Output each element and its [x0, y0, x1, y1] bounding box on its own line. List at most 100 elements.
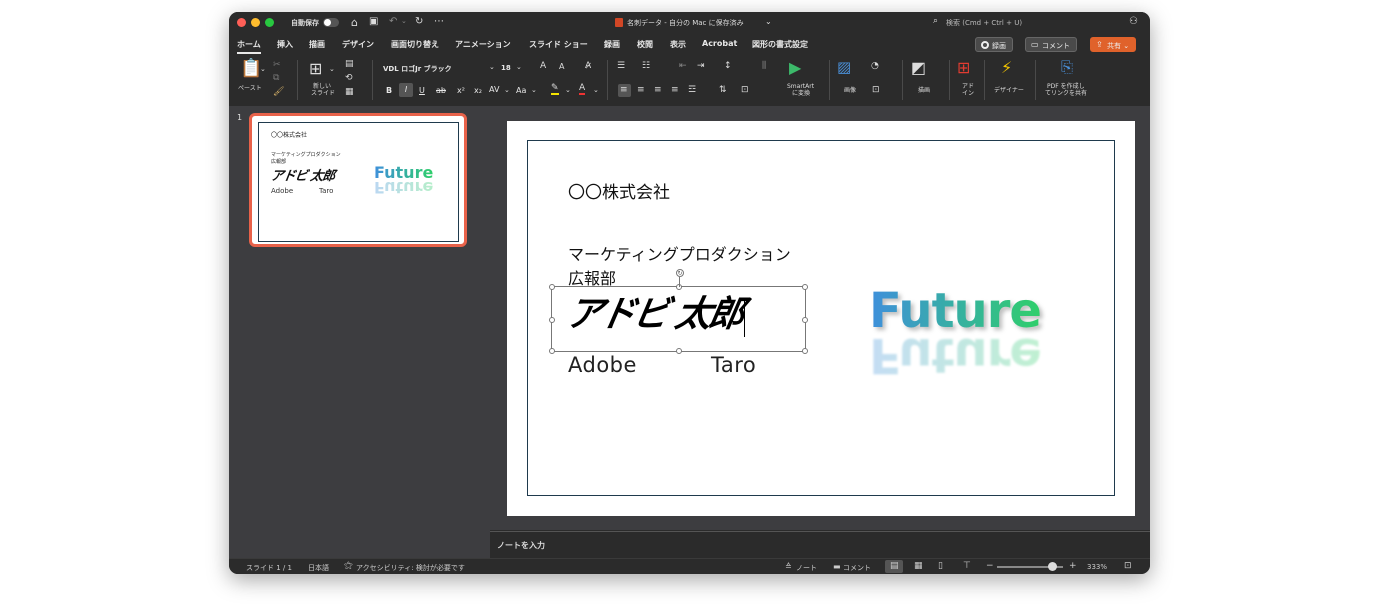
distribute-icon[interactable]: ☲	[688, 86, 696, 95]
zoom-in-icon[interactable]: +	[1069, 561, 1077, 571]
redo-icon[interactable]: ↻	[415, 16, 423, 27]
zoom-out-icon[interactable]: −	[986, 561, 994, 571]
autosave-toggle[interactable]	[323, 18, 339, 27]
highlight-chevron-icon[interactable]: ⌄	[565, 87, 571, 94]
picture-icon[interactable]: ▨	[837, 60, 851, 75]
close-window-button[interactable]	[237, 18, 246, 27]
notes-toggle-icon[interactable]: ≙	[785, 562, 792, 571]
section-icon[interactable]: ▦	[345, 88, 354, 97]
resize-handle[interactable]	[802, 317, 808, 323]
align-right-icon[interactable]: ≡	[654, 86, 662, 95]
align-text-icon[interactable]: ⊡	[741, 86, 749, 95]
resize-handle[interactable]	[802, 284, 808, 290]
slide-thumbnail[interactable]: 〇〇株式会社 マーケティングプロダクション 広報部 アドビ 太郎 Adobe T…	[249, 113, 467, 247]
slide-name-last[interactable]: Taro	[711, 353, 756, 377]
rotate-handle-icon[interactable]: ↻	[676, 269, 684, 277]
maximize-window-button[interactable]	[265, 18, 274, 27]
spacing-chevron-icon[interactable]: ⌄	[504, 87, 510, 94]
resize-handle[interactable]	[549, 348, 555, 354]
comments-toggle-icon[interactable]: ▬	[833, 562, 841, 571]
increase-indent-icon[interactable]: ⇥	[697, 62, 705, 71]
slideshow-icon[interactable]: ⊤	[963, 561, 971, 571]
strikethrough-button[interactable]: ab	[436, 86, 446, 95]
grow-font-icon[interactable]: A	[540, 62, 546, 71]
accessibility-status[interactable]: アクセシビリティ: 検討が必要です	[356, 563, 465, 573]
tab-insert[interactable]: 挿入	[277, 39, 293, 50]
resize-handle[interactable]	[549, 284, 555, 290]
tab-shape-format[interactable]: 図形の書式設定	[752, 39, 808, 50]
record-button[interactable]: 録画	[975, 37, 1013, 52]
justify-icon[interactable]: ≡	[671, 86, 679, 95]
font-size-chevron-icon[interactable]: ⌄	[516, 64, 522, 71]
comment-button[interactable]: ▭ コメント	[1025, 37, 1077, 52]
tab-design[interactable]: デザイン	[342, 39, 374, 50]
font-color-chevron-icon[interactable]: ⌄	[593, 87, 599, 94]
tab-acrobat[interactable]: Acrobat	[702, 39, 737, 48]
slide-company[interactable]: 〇〇株式会社	[568, 178, 670, 203]
subscript-button[interactable]: x₂	[474, 86, 482, 95]
draw-icon[interactable]: ◩	[911, 60, 926, 76]
smartart-icon[interactable]: ▶	[789, 60, 801, 76]
paste-chevron-icon[interactable]: ⌄	[260, 66, 266, 73]
accessibility-icon[interactable]: ⚝	[344, 561, 353, 571]
numbering-icon[interactable]: ☷	[642, 62, 650, 71]
decrease-indent-icon[interactable]: ⇤	[679, 62, 687, 71]
superscript-button[interactable]: x²	[457, 86, 465, 95]
account-icon[interactable]: ⚇	[1129, 16, 1138, 27]
font-size-select[interactable]: 18	[501, 64, 511, 72]
reading-view-icon[interactable]: ▯	[938, 561, 943, 571]
more-icon[interactable]: ⋯	[434, 16, 444, 27]
align-center-icon[interactable]: ≡	[637, 86, 645, 95]
new-slide-chevron-icon[interactable]: ⌄	[329, 66, 335, 73]
minimize-window-button[interactable]	[251, 18, 260, 27]
tab-home[interactable]: ホーム	[237, 39, 261, 54]
character-spacing-button[interactable]: AV	[489, 85, 499, 94]
slide-sorter-icon[interactable]: ▦	[914, 561, 923, 571]
font-color-icon[interactable]: A	[579, 84, 586, 95]
copy-icon[interactable]: ⧉	[273, 74, 279, 83]
tab-review[interactable]: 校閲	[637, 39, 653, 50]
notes-placeholder[interactable]: ノートを入力	[497, 540, 545, 551]
reset-icon[interactable]: ⟲	[345, 74, 353, 83]
comments-toggle[interactable]: コメント	[843, 563, 871, 573]
tab-animations[interactable]: アニメーション	[455, 39, 511, 50]
tab-record[interactable]: 録画	[604, 39, 620, 50]
slide-name-jp[interactable]: アドビ 太郎	[563, 293, 745, 337]
shapes-icon[interactable]: ◔	[871, 62, 879, 71]
document-title[interactable]: 名刺データ - 自分の Mac に保存済み	[627, 18, 744, 28]
designer-icon[interactable]: ⚡	[1001, 60, 1012, 76]
line-spacing-icon[interactable]: ↕	[724, 62, 732, 71]
tab-draw[interactable]: 描画	[309, 39, 325, 50]
cut-icon[interactable]: ✂	[273, 61, 281, 70]
bullets-icon[interactable]: ☰	[617, 62, 625, 71]
search-box[interactable]: 検索 (Cmd + Ctrl + U)	[946, 18, 1022, 28]
resize-handle[interactable]	[549, 317, 555, 323]
italic-button[interactable]: I	[399, 83, 413, 97]
addins-icon[interactable]: ⊞	[957, 60, 970, 76]
language[interactable]: 日本語	[308, 563, 329, 573]
case-chevron-icon[interactable]: ⌄	[531, 87, 537, 94]
font-name-chevron-icon[interactable]: ⌄	[489, 64, 495, 71]
notes-pane[interactable]: ノートを入力	[490, 531, 1150, 558]
pdf-share-icon[interactable]: ⎘	[1061, 60, 1073, 75]
zoom-slider-thumb[interactable]	[1048, 562, 1057, 571]
resize-handle[interactable]	[802, 348, 808, 354]
tab-transitions[interactable]: 画面切り替え	[391, 39, 439, 50]
undo-dropdown-icon[interactable]: ⌄	[401, 17, 407, 25]
arrange-icon[interactable]: ⊡	[872, 86, 880, 95]
clear-formatting-icon[interactable]: A̷	[585, 62, 591, 71]
shrink-font-icon[interactable]: A	[559, 63, 564, 71]
new-slide-icon[interactable]: ⊞	[309, 61, 322, 77]
slide-canvas[interactable]: 〇〇株式会社 マーケティングプロダクション 広報部 ↻ アドビ 太郎 Adobe…	[507, 121, 1135, 516]
home-icon[interactable]: ⌂	[351, 16, 358, 29]
underline-button[interactable]: U	[419, 86, 425, 95]
tab-slideshow[interactable]: スライド ショー	[529, 39, 588, 50]
notes-toggle[interactable]: ノート	[796, 563, 817, 573]
slide-dept1[interactable]: マーケティングプロダクション	[568, 241, 791, 265]
fit-to-window-icon[interactable]: ⊡	[1124, 561, 1132, 571]
undo-icon[interactable]: ↶	[389, 16, 397, 27]
resize-handle[interactable]	[676, 348, 682, 354]
tab-view[interactable]: 表示	[670, 39, 686, 50]
layout-icon[interactable]: ▤	[345, 60, 354, 69]
slide-name-first[interactable]: Adobe	[568, 353, 637, 377]
